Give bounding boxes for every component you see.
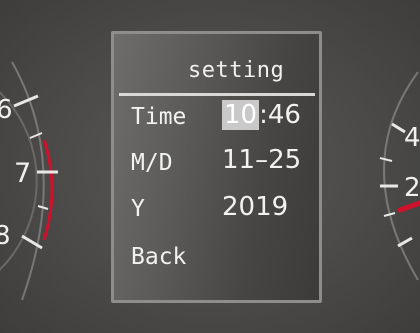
left-gauge-tick [13, 94, 39, 108]
menu-item-month-day[interactable]: M/D [131, 150, 173, 176]
right-gauge-tick [397, 236, 413, 248]
hour-field-selected[interactable]: 10 [222, 100, 260, 130]
left-gauge-label-6: 6 [0, 95, 13, 125]
month-day-value[interactable]: 11–25 [222, 145, 301, 175]
menu-item-back[interactable]: Back [131, 244, 186, 270]
instrument-cluster: 6 7 8 4 2 setting Time 10:46 M/D 11–25 Y… [0, 0, 420, 333]
right-gauge-needle [397, 200, 420, 213]
right-gauge-label-4: 4 [404, 123, 420, 153]
time-value[interactable]: 10:46 [222, 100, 301, 130]
left-gauge-label-8: 8 [0, 221, 11, 251]
minute-field[interactable]: 46 [268, 100, 301, 130]
menu-item-time[interactable]: Time [131, 104, 186, 130]
time-separator: : [259, 100, 268, 130]
right-gauge-tick [379, 157, 393, 162]
right-gauge-label-2: 2 [404, 173, 420, 203]
panel-title: setting [188, 58, 285, 83]
settings-panel: setting Time 10:46 M/D 11–25 Y 2019 Back [111, 31, 322, 303]
title-divider [119, 93, 315, 96]
left-gauge-label-7: 7 [14, 158, 31, 189]
menu-item-year[interactable]: Y [131, 196, 145, 222]
year-value[interactable]: 2019 [222, 192, 288, 222]
left-gauge-redline [42, 139, 54, 241]
